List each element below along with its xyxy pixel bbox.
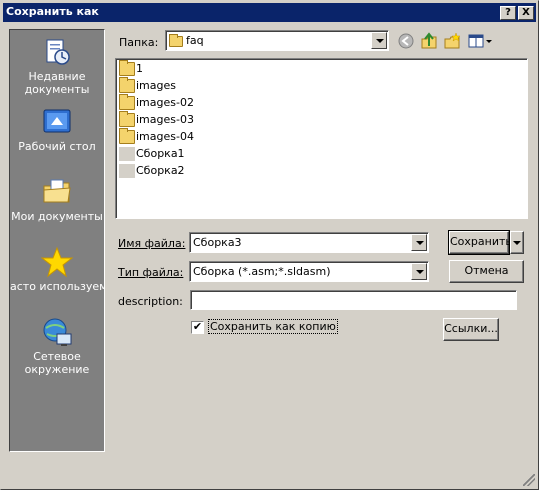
- place-label: Недавние: [28, 70, 86, 83]
- list-item[interactable]: Сборка1: [119, 146, 185, 162]
- new-folder-icon[interactable]: [443, 32, 461, 50]
- folder-label: Папка:: [119, 36, 159, 49]
- chevron-down-icon[interactable]: [411, 263, 427, 280]
- file-name: images: [136, 79, 176, 92]
- place-label: Мои документы: [11, 210, 103, 223]
- description-label: description:: [118, 295, 183, 308]
- file-list[interactable]: 1 images images-02 images-03 images-04 С…: [115, 58, 528, 219]
- place-network[interactable]: Сетевое окружение: [10, 316, 104, 376]
- close-button[interactable]: X: [518, 6, 534, 20]
- places-bar: Недавние документы Рабочий стол Мои доку…: [9, 29, 105, 452]
- back-icon[interactable]: [397, 32, 415, 50]
- place-label: окружение: [24, 363, 90, 376]
- save-button[interactable]: Сохранить: [448, 230, 512, 255]
- desktop-icon: [43, 109, 71, 133]
- assembly-file-icon: [119, 164, 135, 178]
- chevron-down-icon[interactable]: [411, 234, 427, 251]
- folder-icon: [119, 60, 135, 76]
- file-name: Сборка2: [136, 164, 185, 177]
- cancel-button[interactable]: Отмена: [449, 260, 524, 283]
- filetype-combo[interactable]: Сборка (*.asm;*.sldasm): [189, 261, 429, 282]
- links-button[interactable]: Ссылки...: [443, 318, 499, 341]
- window-title: Сохранить как: [6, 5, 99, 18]
- file-name: Сборка1: [136, 147, 185, 160]
- title-bar: Сохранить как ? X: [3, 3, 536, 22]
- folder-icon: [169, 33, 183, 47]
- my-documents-icon: [43, 179, 71, 203]
- recent-documents-icon: [46, 39, 70, 65]
- file-name: 1: [136, 62, 143, 75]
- description-input[interactable]: [190, 290, 517, 310]
- save-copy-label[interactable]: Сохранить как копию: [208, 319, 338, 334]
- filename-value: Сборка3: [193, 236, 242, 249]
- place-label: Рабочий стол: [18, 140, 96, 153]
- list-item[interactable]: images-03: [119, 111, 194, 128]
- checkmark-icon: ✔: [192, 320, 203, 333]
- filename-combo[interactable]: Сборка3: [189, 232, 429, 253]
- place-label: асто используем: [10, 280, 105, 293]
- filename-label: Имя файла:: [118, 237, 186, 250]
- folder-icon: [119, 128, 135, 144]
- assembly-file-icon: [119, 147, 135, 161]
- folder-icon: [119, 94, 135, 110]
- place-label: документы: [24, 83, 90, 96]
- up-folder-icon[interactable]: [420, 32, 438, 50]
- place-my-documents[interactable]: Мои документы: [10, 176, 104, 223]
- help-button[interactable]: ?: [500, 6, 516, 20]
- list-item[interactable]: images-04: [119, 128, 194, 145]
- save-copy-checkbox[interactable]: ✔: [191, 321, 204, 334]
- folder-icon: [119, 77, 135, 93]
- view-menu-icon[interactable]: [467, 32, 493, 50]
- place-label: Сетевое: [33, 350, 81, 363]
- list-item[interactable]: Сборка2: [119, 163, 185, 179]
- list-item[interactable]: images: [119, 77, 176, 94]
- filetype-value: Сборка (*.asm;*.sldasm): [193, 265, 331, 278]
- chevron-down-icon[interactable]: [371, 32, 387, 49]
- file-name: images-02: [136, 96, 194, 109]
- chevron-down-icon: [513, 241, 521, 245]
- place-recent-documents[interactable]: Недавние документы: [10, 36, 104, 96]
- network-icon: [43, 318, 72, 346]
- star-icon: [41, 246, 73, 278]
- filetype-label: Тип файла:: [118, 266, 184, 279]
- place-desktop[interactable]: Рабочий стол: [10, 106, 104, 153]
- list-item[interactable]: 1: [119, 60, 143, 77]
- resize-grip[interactable]: [523, 474, 535, 486]
- save-options-button[interactable]: [510, 231, 524, 254]
- folder-value: faq: [169, 33, 204, 47]
- folder-icon: [119, 111, 135, 127]
- save-as-dialog: Сохранить как ? X Недавние документы Раб…: [0, 0, 539, 490]
- place-favorites[interactable]: асто используем: [10, 246, 104, 293]
- file-name: images-03: [136, 113, 194, 126]
- list-item[interactable]: images-02: [119, 94, 194, 111]
- file-name: images-04: [136, 130, 194, 143]
- folder-combo[interactable]: faq: [165, 30, 389, 51]
